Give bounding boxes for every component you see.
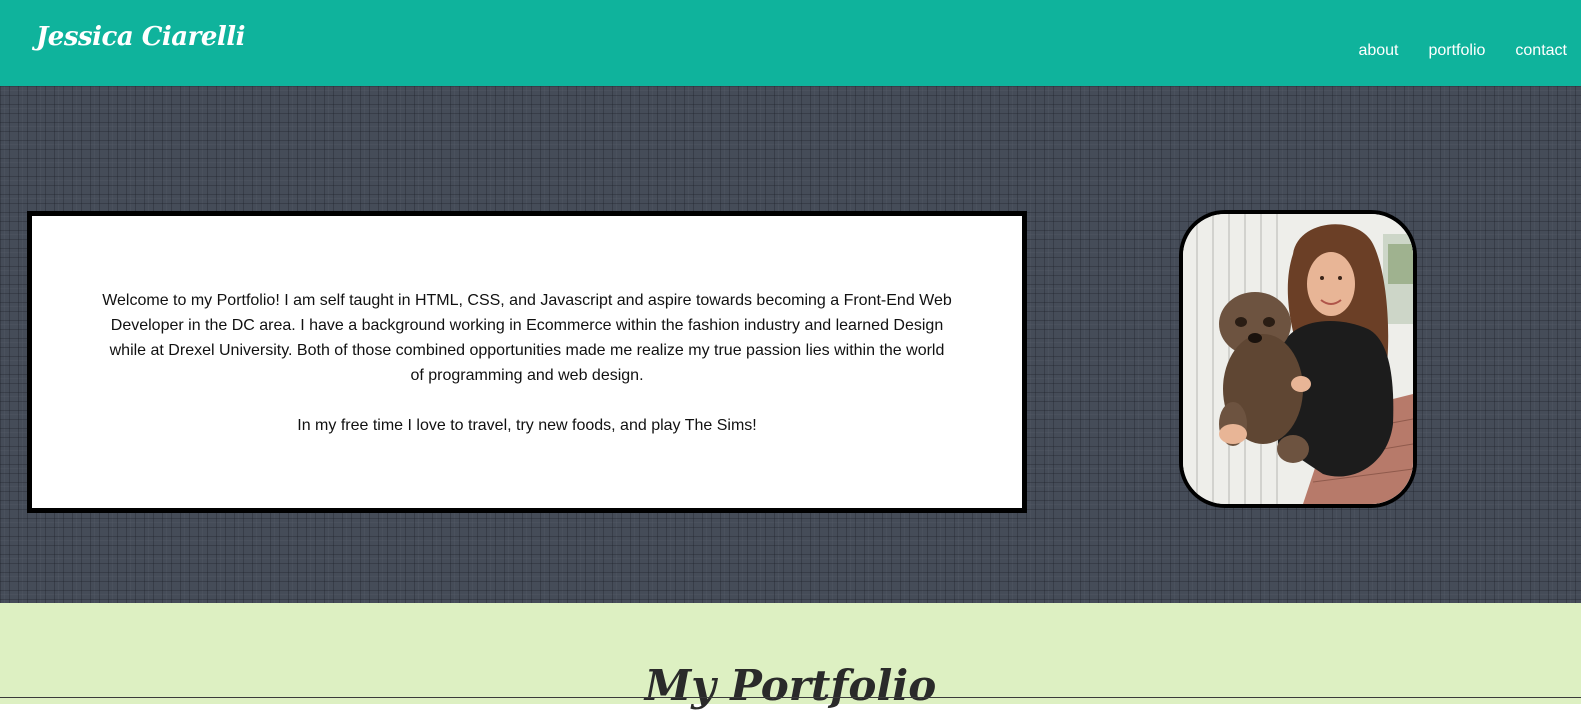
about-paragraph-intro: Welcome to my Portfolio! I am self taugh… xyxy=(102,292,952,384)
about-card: Welcome to my Portfolio! I am self taugh… xyxy=(27,211,1027,513)
portfolio-section: My Portfolio xyxy=(0,603,1581,710)
main-nav: about portfolio contact xyxy=(1358,42,1567,60)
divider xyxy=(0,697,1581,698)
site-header: Jessica Ciarelli about portfolio contact xyxy=(0,0,1581,86)
profile-photo xyxy=(1179,210,1417,508)
about-section: Welcome to my Portfolio! I am self taugh… xyxy=(0,86,1581,608)
about-paragraph-hobbies: In my free time I love to travel, try ne… xyxy=(297,417,757,434)
nav-link-about[interactable]: about xyxy=(1358,42,1398,60)
nav-link-contact[interactable]: contact xyxy=(1515,42,1567,60)
about-text: Welcome to my Portfolio! I am self taugh… xyxy=(102,288,952,463)
portfolio-heading: My Portfolio xyxy=(644,661,937,710)
nav-link-portfolio[interactable]: portfolio xyxy=(1428,42,1485,60)
site-logo[interactable]: Jessica Ciarelli xyxy=(36,22,246,52)
profile-photo-image xyxy=(1183,214,1413,504)
